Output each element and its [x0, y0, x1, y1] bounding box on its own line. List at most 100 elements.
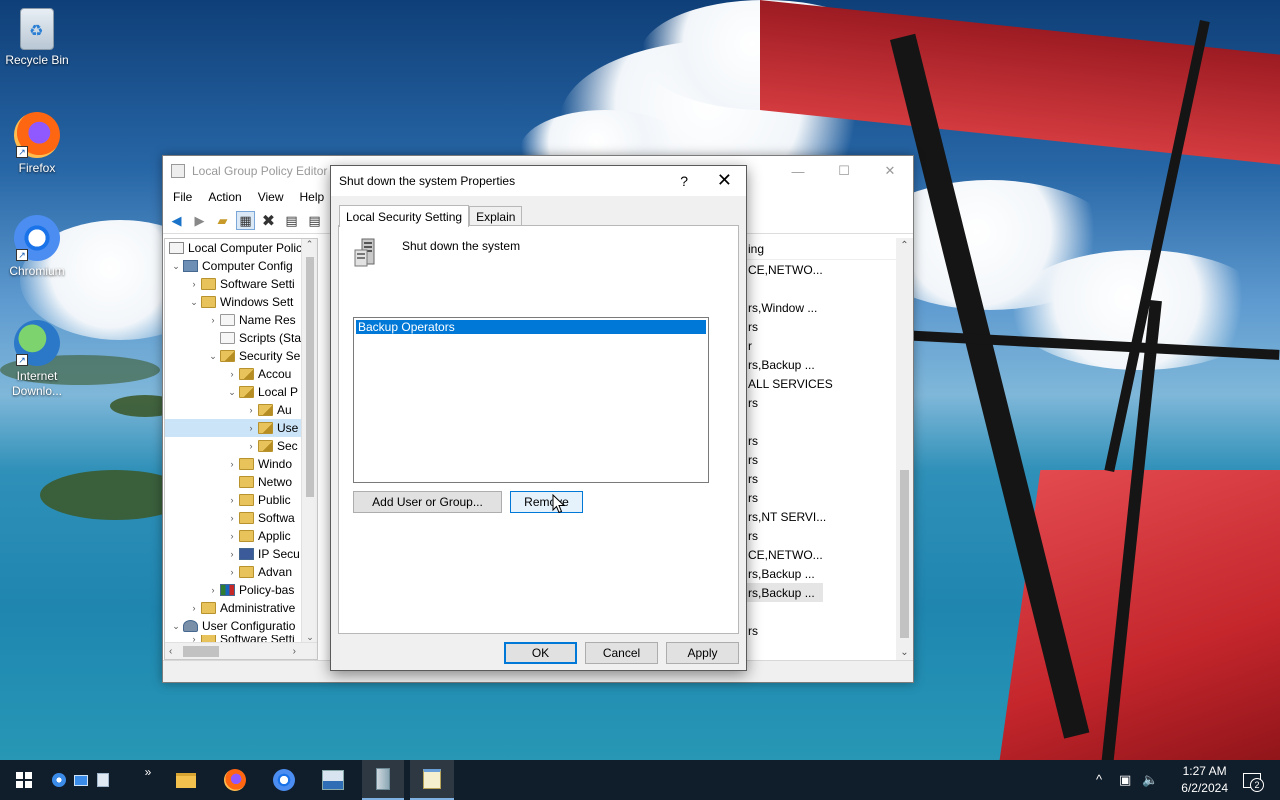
- tree-node[interactable]: › IP Secu: [165, 545, 317, 563]
- tree-node[interactable]: ⌄ Local P: [165, 383, 317, 401]
- quicklaunch-browser-icon[interactable]: [50, 760, 68, 800]
- tree-node[interactable]: Netwo: [165, 473, 317, 491]
- scroll-up-arrow-icon[interactable]: ⌃: [896, 238, 913, 251]
- scroll-thumb[interactable]: [183, 646, 219, 657]
- properties-icon[interactable]: ▤: [282, 211, 301, 230]
- forward-arrow-icon[interactable]: ▶: [190, 211, 209, 230]
- policy-value-cell[interactable]: rs: [746, 431, 913, 450]
- remove-button[interactable]: Remove: [510, 491, 583, 513]
- desktop-icon-firefox[interactable]: ↗ Firefox: [1, 112, 73, 175]
- taskbar-clock[interactable]: 1:27 AM 6/2/2024: [1181, 763, 1228, 797]
- tree-node[interactable]: › Applic: [165, 527, 317, 545]
- tree-node[interactable]: › Name Res: [165, 311, 317, 329]
- desktop-icon-recycle-bin[interactable]: ♻ Recycle Bin: [1, 8, 73, 67]
- scroll-thumb[interactable]: [306, 257, 314, 497]
- tree-node[interactable]: › Au: [165, 401, 317, 419]
- scroll-right-arrow-icon[interactable]: ›: [293, 646, 296, 657]
- chevron-down-icon[interactable]: ⌄: [169, 261, 183, 272]
- quicklaunch-desktop-icon[interactable]: [72, 760, 90, 800]
- start-button[interactable]: [6, 760, 42, 800]
- tree-node-selected[interactable]: › Use: [165, 419, 317, 437]
- desktop-icon-chromium[interactable]: ↗ Chromium: [1, 215, 73, 278]
- policy-value-cell[interactable]: ALL SERVICES: [746, 374, 913, 393]
- tree-node[interactable]: › Public: [165, 491, 317, 509]
- policy-value-cell[interactable]: rs,NT SERVI...: [746, 507, 913, 526]
- chevron-right-icon[interactable]: ›: [187, 603, 201, 613]
- tree-node[interactable]: › Windo: [165, 455, 317, 473]
- tree-vertical-scrollbar[interactable]: ⌃ ⌄: [301, 239, 317, 643]
- policy-value-cell[interactable]: [746, 602, 913, 621]
- tree-node[interactable]: Local Computer Polic: [165, 239, 317, 257]
- menu-help[interactable]: Help: [292, 190, 333, 204]
- scroll-thumb[interactable]: [900, 470, 909, 638]
- apply-button[interactable]: Apply: [666, 642, 739, 664]
- taskbar-file-explorer[interactable]: [166, 760, 206, 800]
- policy-value-cell[interactable]: rs,Backup ...: [746, 564, 913, 583]
- policy-value-cell[interactable]: [746, 412, 913, 431]
- chevron-down-icon[interactable]: ⌄: [187, 297, 201, 308]
- tab-explain[interactable]: Explain: [469, 206, 523, 226]
- chevron-right-icon[interactable]: ›: [225, 459, 239, 469]
- taskbar-firefox[interactable]: [215, 760, 255, 800]
- taskbar-notepad[interactable]: [410, 760, 454, 800]
- quicklaunch-document-icon[interactable]: [94, 760, 112, 800]
- policy-value-cell[interactable]: rs: [746, 317, 913, 336]
- policy-value-cell[interactable]: [746, 279, 913, 298]
- cancel-button[interactable]: Cancel: [585, 642, 658, 664]
- tree-node[interactable]: › Softwa: [165, 509, 317, 527]
- tree-node[interactable]: ⌄ Computer Config: [165, 257, 317, 275]
- export-list-icon[interactable]: ▤: [305, 211, 324, 230]
- policy-value-cell[interactable]: rs: [746, 621, 913, 640]
- desktop-icon-internet-download-manager[interactable]: ↗ Internet Downlo...: [1, 320, 73, 399]
- ok-button[interactable]: OK: [504, 642, 577, 664]
- scroll-left-arrow-icon[interactable]: ‹: [169, 646, 172, 657]
- minimize-icon[interactable]: —: [775, 156, 821, 186]
- tree-node[interactable]: ⌄ Security Se: [165, 347, 317, 365]
- chevron-down-icon[interactable]: ⌄: [206, 351, 220, 362]
- toolbar-overflow-chevron[interactable]: »: [140, 752, 156, 792]
- chevron-right-icon[interactable]: ›: [225, 549, 239, 559]
- chevron-right-icon[interactable]: ›: [187, 279, 201, 289]
- tree-node[interactable]: Scripts (Sta: [165, 329, 317, 347]
- add-user-or-group-button[interactable]: Add User or Group...: [353, 491, 502, 513]
- policy-value-cell[interactable]: rs,Window ...: [746, 298, 913, 317]
- policy-value-cell[interactable]: CE,NETWO...: [746, 260, 913, 279]
- menu-action[interactable]: Action: [200, 190, 249, 204]
- chevron-right-icon[interactable]: ›: [244, 441, 258, 451]
- tree-node[interactable]: ⌄ Windows Sett: [165, 293, 317, 311]
- chevron-right-icon[interactable]: ›: [225, 369, 239, 379]
- dialog-close-button[interactable]: ✕: [717, 171, 732, 189]
- chevron-right-icon[interactable]: ›: [206, 585, 220, 595]
- delete-icon[interactable]: ✖: [259, 211, 278, 230]
- tree-node[interactable]: › Advan: [165, 563, 317, 581]
- tab-local-security-setting[interactable]: Local Security Setting: [339, 205, 470, 227]
- tree-node[interactable]: › Sec: [165, 437, 317, 455]
- scroll-up-arrow-icon[interactable]: ⌃: [302, 239, 317, 250]
- back-arrow-icon[interactable]: ◀: [167, 211, 186, 230]
- policy-value-cell[interactable]: rs: [746, 450, 913, 469]
- tree-node[interactable]: ⌄ User Configuratio: [165, 617, 317, 635]
- show-hide-tree-icon[interactable]: ▦: [236, 211, 255, 230]
- chevron-down-icon[interactable]: ⌄: [225, 387, 239, 398]
- policy-value-cell[interactable]: CE,NETWO...: [746, 545, 913, 564]
- policy-value-cell-selected[interactable]: rs,Backup ...: [746, 583, 823, 602]
- taskbar-server-manager[interactable]: [313, 760, 353, 800]
- users-groups-listbox[interactable]: Backup Operators: [353, 317, 709, 483]
- taskbar-chromium[interactable]: [264, 760, 304, 800]
- tree-node[interactable]: › Software Setti: [165, 275, 317, 293]
- policy-value-cell[interactable]: rs,Backup ...: [746, 355, 913, 374]
- chevron-down-icon[interactable]: ⌄: [169, 621, 183, 632]
- scroll-down-arrow-icon[interactable]: ⌄: [896, 647, 913, 658]
- chevron-right-icon[interactable]: ›: [244, 405, 258, 415]
- chevron-right-icon[interactable]: ›: [225, 513, 239, 523]
- taskbar-group-policy-editor[interactable]: [362, 760, 404, 800]
- policy-list-scrollbar[interactable]: ⌃ ⌄: [896, 238, 913, 660]
- policy-value-cell[interactable]: r: [746, 336, 913, 355]
- policy-value-cell[interactable]: rs: [746, 488, 913, 507]
- policy-value-cell[interactable]: rs: [746, 526, 913, 545]
- up-folder-icon[interactable]: ▰: [213, 211, 232, 230]
- tree-horizontal-scrollbar[interactable]: ‹ ›: [165, 642, 317, 659]
- list-item-selected[interactable]: Backup Operators: [356, 320, 706, 334]
- chevron-right-icon[interactable]: ›: [206, 315, 220, 325]
- chevron-right-icon[interactable]: ›: [225, 531, 239, 541]
